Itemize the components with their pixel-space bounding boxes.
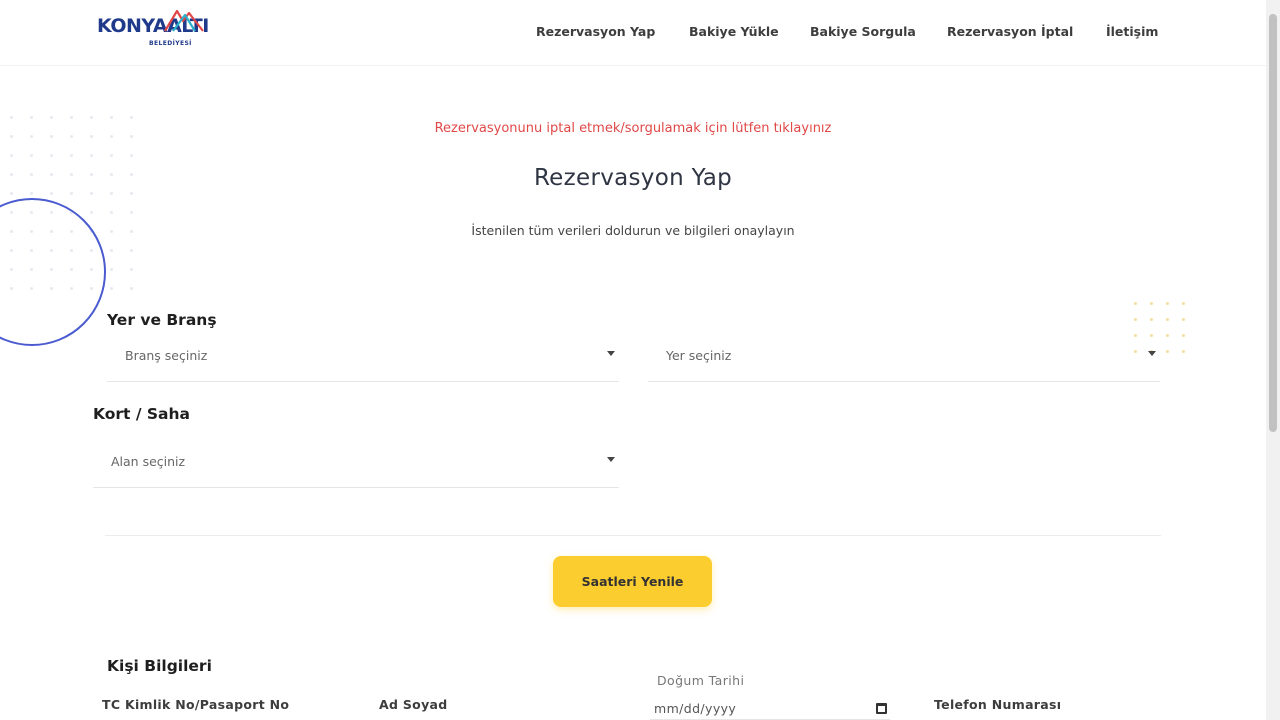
tc-label: TC Kimlik No/Pasaport No: [102, 697, 290, 712]
logo-subtitle: BELEDİYESİ: [149, 40, 192, 47]
branch-select-placeholder: Branş seçiniz: [125, 348, 208, 363]
phone-label: Telefon Numarası: [934, 697, 1062, 712]
chevron-down-icon: [607, 457, 615, 462]
cancel-query-link[interactable]: Rezervasyonunu iptal etmek/sorgulamak iç…: [0, 121, 1266, 136]
name-label: Ad Soyad: [379, 697, 448, 712]
birth-date-placeholder: mm/dd/yyyy: [654, 701, 737, 716]
scrollbar-thumb[interactable]: [1269, 14, 1277, 432]
area-select[interactable]: Alan seçiniz: [93, 440, 619, 488]
konyaalti-logo[interactable]: KONYAALTI BELEDİYESİ: [97, 6, 229, 54]
birth-date-label: Doğum Tarihi: [657, 673, 745, 688]
section-divider: [105, 535, 1161, 536]
nav-rezervasyon-iptal[interactable]: Rezervasyon İptal: [947, 24, 1073, 39]
area-select-placeholder: Alan seçiniz: [111, 454, 186, 469]
mountain-logo-icon: [164, 9, 204, 32]
location-section-title: Yer ve Branş: [107, 311, 217, 329]
nav-iletisim[interactable]: İletişim: [1106, 24, 1158, 39]
birth-date-input[interactable]: mm/dd/yyyy: [650, 695, 890, 720]
site-header: KONYAALTI BELEDİYESİ Rezervasyon Yap Bak…: [0, 0, 1266, 66]
calendar-icon[interactable]: [876, 703, 887, 714]
person-section-title: Kişi Bilgileri: [107, 657, 212, 675]
place-select[interactable]: Yer seçiniz: [648, 334, 1160, 382]
chevron-down-icon: [607, 351, 615, 356]
page-title: Rezervasyon Yap: [533, 165, 733, 191]
chevron-down-icon: [1148, 351, 1156, 356]
nav-bakiye-yukle[interactable]: Bakiye Yükle: [689, 24, 779, 39]
page-subtitle: İstenilen tüm verileri doldurun ve bilgi…: [471, 223, 795, 238]
scrollbar[interactable]: [1266, 0, 1280, 720]
place-select-placeholder: Yer seçiniz: [666, 348, 732, 363]
branch-select[interactable]: Branş seçiniz: [107, 334, 619, 382]
nav-rezervasyon-yap[interactable]: Rezervasyon Yap: [536, 24, 655, 39]
court-section-title: Kort / Saha: [93, 405, 191, 423]
nav-bakiye-sorgula[interactable]: Bakiye Sorgula: [810, 24, 916, 39]
refresh-hours-button[interactable]: Saatleri Yenile: [553, 556, 712, 607]
